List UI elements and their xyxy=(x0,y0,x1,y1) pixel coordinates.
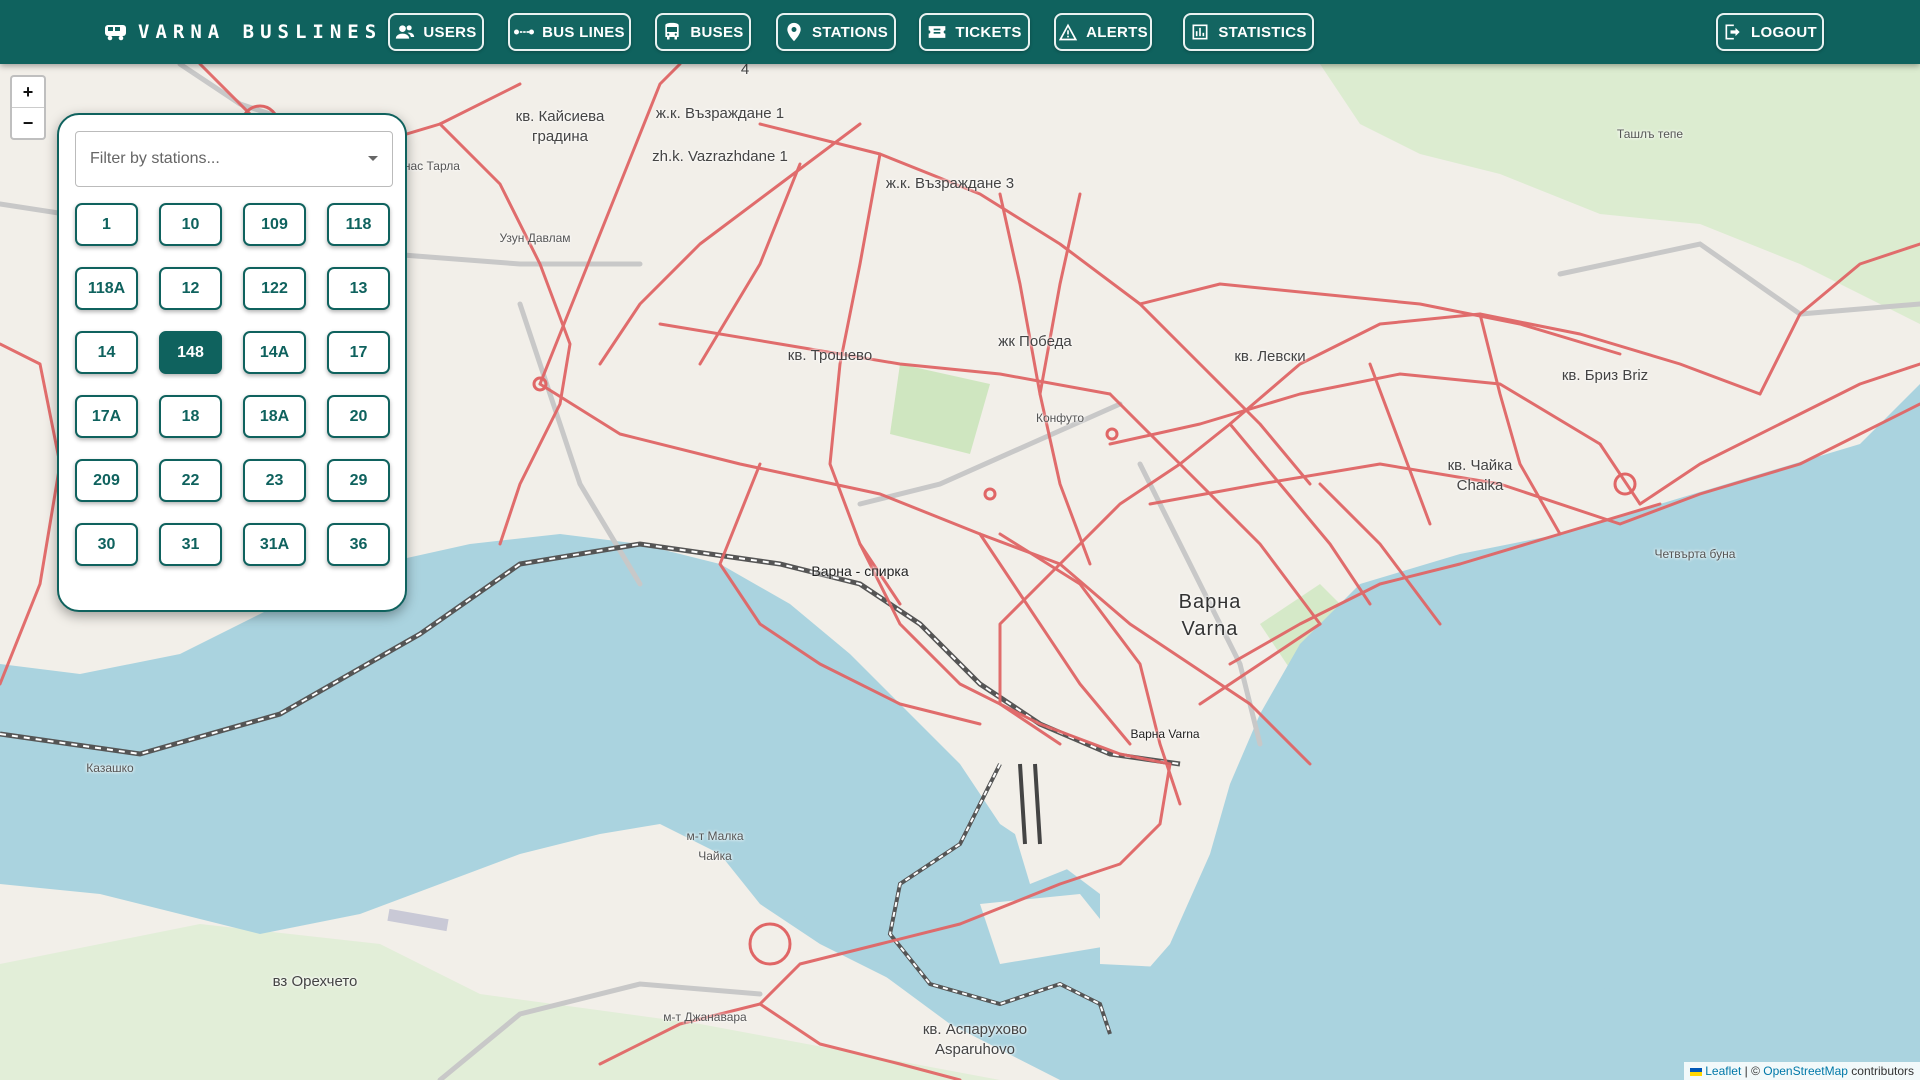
bus-line-button[interactable]: 10 xyxy=(159,203,222,246)
place-label: кв. Кайсиева градина xyxy=(515,108,605,145)
place-label: Варна xyxy=(1178,591,1242,613)
brand: VARNA BUSLINES xyxy=(104,0,382,64)
logout-label: LOGOUT xyxy=(1751,23,1817,41)
users-button[interactable]: USERS xyxy=(388,13,484,51)
bus-line-button[interactable]: 118A xyxy=(75,267,138,310)
place-label: жк Победа xyxy=(998,333,1072,350)
osm-link[interactable]: OpenStreetMap xyxy=(1763,1064,1848,1078)
alerts-button[interactable]: ALERTS xyxy=(1054,13,1152,51)
place-label: 4 xyxy=(740,64,750,78)
bus-line-button[interactable]: 118 xyxy=(327,203,390,246)
alerts-label: ALERTS xyxy=(1086,23,1148,41)
place-label: кв. Трошево xyxy=(787,347,873,364)
ticket-icon xyxy=(929,26,946,38)
bus-line-button[interactable]: 148 xyxy=(159,331,222,374)
bus-line-button[interactable]: 18 xyxy=(159,395,222,438)
zoom-out-button[interactable]: − xyxy=(12,107,44,138)
place-label: Varna xyxy=(1181,618,1239,640)
ukraine-flag-icon xyxy=(1689,1067,1702,1076)
place-label: Четвърта буна xyxy=(1654,547,1736,561)
zoom-control: + − xyxy=(10,75,46,140)
place-label: Узун Давлам xyxy=(499,231,571,245)
bus-line-grid: 1 10 109 118 118A 12 122 13 14 148 14A 17 17A 18 18A 20… xyxy=(75,203,390,566)
bus-lines-button[interactable]: BUS LINES xyxy=(508,13,631,51)
bus-line-button[interactable]: 12 xyxy=(159,267,222,310)
place-label: м-т Малка Чайка xyxy=(686,829,744,863)
bus-line-button[interactable]: 209 xyxy=(75,459,138,502)
bus-line-button[interactable]: 13 xyxy=(327,267,390,310)
place-label: ж.к. Възраждане 3 xyxy=(885,175,1015,192)
top-navbar: VARNA BUSLINES USERS BUS LINES BUSES STA… xyxy=(0,0,1920,64)
stations-button[interactable]: STATIONS xyxy=(776,13,896,51)
map-attribution: Leaflet | © OpenStreetMap contributors xyxy=(1683,1062,1920,1080)
bus-line-button[interactable]: 17A xyxy=(75,395,138,438)
place-label: Конфуто xyxy=(1035,411,1085,425)
buses-label: BUSES xyxy=(690,23,744,41)
place-label: кв. Левски xyxy=(1234,348,1306,365)
bus-lines-label: BUS LINES xyxy=(542,23,625,41)
place-label: Варна Varna xyxy=(1130,727,1200,741)
place-label: кв. Аспарухово Asparuhovo xyxy=(922,1021,1028,1058)
place-label: Казашко xyxy=(86,761,134,775)
place-label: вз Орехчето xyxy=(272,973,358,990)
statistics-button[interactable]: STATISTICS xyxy=(1183,13,1314,51)
attribution-separator: | © xyxy=(1741,1064,1764,1078)
bus-line-button[interactable]: 31A xyxy=(243,523,306,566)
bus-line-button[interactable]: 14A xyxy=(243,331,306,374)
tickets-button[interactable]: TICKETS xyxy=(919,13,1030,51)
bus-line-button[interactable]: 22 xyxy=(159,459,222,502)
chevron-down-icon xyxy=(368,156,378,161)
users-icon xyxy=(396,25,415,39)
statistics-label: STATISTICS xyxy=(1218,23,1307,41)
bus-line-button[interactable]: 17 xyxy=(327,331,390,374)
attribution-suffix: contributors xyxy=(1847,1064,1914,1078)
station-filter-placeholder: Filter by stations... xyxy=(90,150,220,167)
place-label: zh.k. Vazrazhdane 1 xyxy=(652,148,788,165)
bus-line-button[interactable]: 1 xyxy=(75,203,138,246)
bus-line-button[interactable]: 14 xyxy=(75,331,138,374)
zoom-in-button[interactable]: + xyxy=(12,77,44,107)
buses-button[interactable]: BUSES xyxy=(655,13,751,51)
brand-title: VARNA BUSLINES xyxy=(138,21,383,43)
bus-line-button[interactable]: 30 xyxy=(75,523,138,566)
bar-chart-icon xyxy=(1192,24,1208,40)
warning-icon xyxy=(1058,23,1078,41)
place-label: Ташлъ тепе xyxy=(1616,127,1684,141)
station-filter-select[interactable]: Filter by stations... xyxy=(75,131,393,187)
bus-line-button[interactable]: 29 xyxy=(327,459,390,502)
stations-label: STATIONS xyxy=(811,23,888,41)
bus-line-button[interactable]: 109 xyxy=(243,203,306,246)
users-label: USERS xyxy=(423,23,477,41)
place-label: кв. Чайка Chaika xyxy=(1447,457,1513,494)
place-label: ж.к. Възраждане 1 xyxy=(655,105,785,122)
bus-icon xyxy=(105,25,126,41)
tickets-label: TICKETS xyxy=(955,23,1022,41)
bus-line-button[interactable]: 31 xyxy=(159,523,222,566)
bus-line-button[interactable]: 36 xyxy=(327,523,390,566)
bus-line-button[interactable]: 23 xyxy=(243,459,306,502)
place-label: Варна - спирка xyxy=(811,563,909,579)
bus-line-button[interactable]: 20 xyxy=(327,395,390,438)
route-dots-icon xyxy=(514,29,535,35)
bus-line-button[interactable]: 122 xyxy=(243,267,306,310)
bus-line-button[interactable]: 18A xyxy=(243,395,306,438)
logout-button[interactable]: LOGOUT xyxy=(1716,13,1824,51)
bus-front-icon xyxy=(665,22,680,40)
place-label: м-т Джанавара xyxy=(663,1010,747,1024)
logout-icon xyxy=(1725,24,1740,40)
place-label: кв. Бриз Briz xyxy=(1561,367,1649,384)
bus-line-filter-panel: Filter by stations... 1 10 109 118 118A 12 122… xyxy=(57,113,407,612)
location-pin-icon xyxy=(787,22,801,42)
leaflet-link[interactable]: Leaflet xyxy=(1705,1064,1741,1078)
